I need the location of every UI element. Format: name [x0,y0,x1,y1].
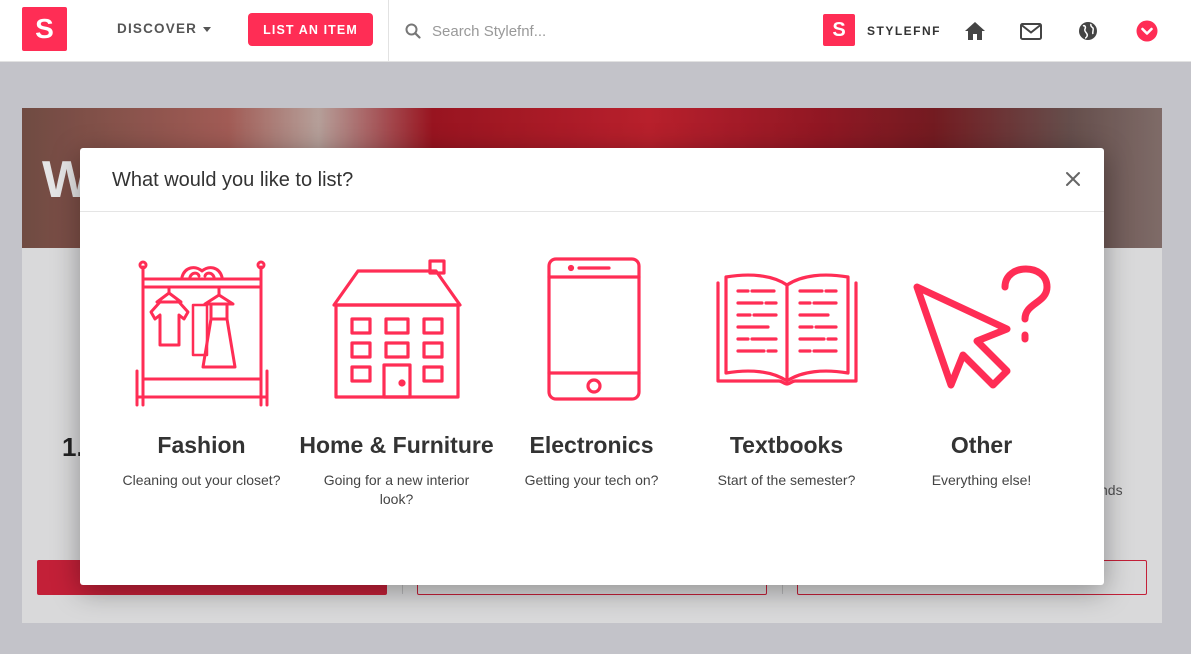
category-description: Everything else! [931,472,1032,488]
chevron-down-icon[interactable] [1136,20,1158,42]
discover-label: DISCOVER [117,21,198,36]
stylefnf-logo[interactable]: S [22,7,67,51]
category-other[interactable]: Other Everything else! [884,213,1079,490]
mail-icon[interactable] [1020,20,1042,42]
category-name: Fashion [157,432,246,458]
modal-title: What would you like to list? [112,169,354,191]
search-input[interactable] [432,16,792,46]
close-icon[interactable] [1064,170,1082,188]
category-name: Textbooks [729,432,844,458]
user-brand-logo[interactable]: S [823,14,855,46]
wardrobe-icon [135,260,268,407]
discover-dropdown[interactable]: DISCOVER [117,21,212,36]
user-brand-name[interactable]: STYLEFNF [867,24,941,38]
modal-header: What would you like to list? [80,148,1104,212]
category-electronics[interactable]: Electronics Getting your tech on? [494,213,689,490]
caret-down-icon [203,26,212,32]
category-textbooks[interactable]: Textbooks Start of the semester? [689,213,884,490]
list-item-modal: What would you like to list? Fashion Cle… [80,148,1104,585]
globe-icon[interactable] [1077,20,1099,42]
phone-icon [546,257,641,401]
category-name: Electronics [529,432,654,458]
top-navigation-bar: S DISCOVER LIST AN ITEM S STYLEFNF [0,0,1191,62]
category-home-furniture[interactable]: Home & Furniture Going for a new interio… [299,213,494,509]
category-fashion[interactable]: Fashion Cleaning out your closet? [104,213,299,490]
home-icon[interactable] [964,20,986,42]
category-description: Start of the semester? [717,472,856,488]
category-description: Going for a new interior look? [323,472,470,507]
category-description: Getting your tech on? [524,472,659,488]
book-icon [715,273,858,386]
list-an-item-button[interactable]: LIST AN ITEM [248,13,373,46]
house-icon [331,259,462,399]
search-icon [405,23,421,39]
category-description: Cleaning out your closet? [122,472,281,488]
category-name: Home & Furniture [299,432,494,458]
category-name: Other [950,432,1013,458]
cursor-question-icon [913,265,1050,389]
nav-divider [388,0,389,62]
